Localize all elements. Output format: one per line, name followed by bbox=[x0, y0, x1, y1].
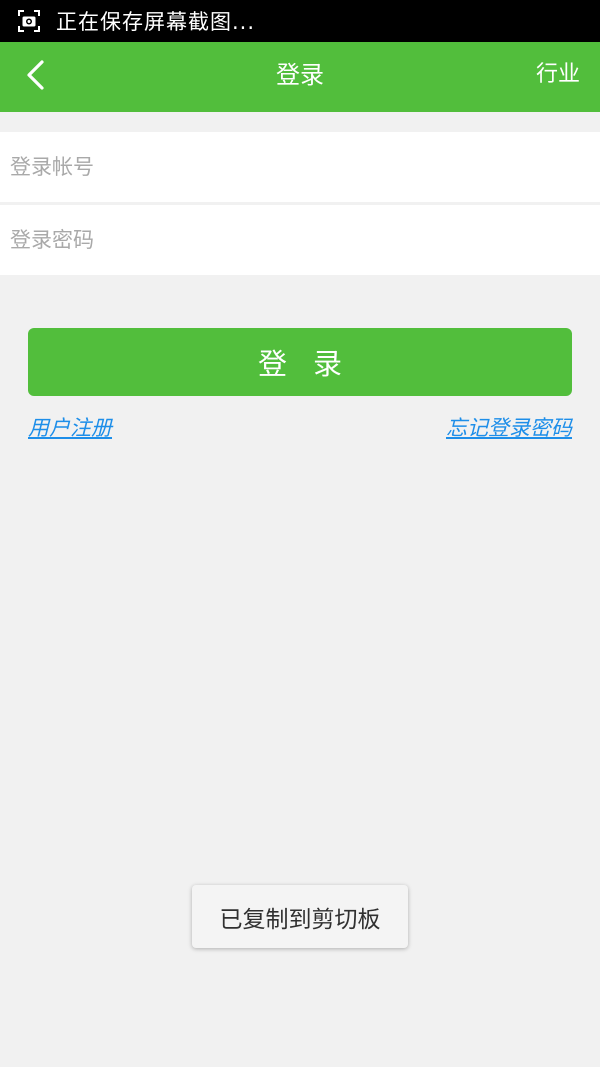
login-button[interactable]: 登录 bbox=[28, 328, 572, 396]
industry-button[interactable]: 行业 bbox=[536, 42, 580, 112]
app-bar: 登录 行业 bbox=[0, 42, 600, 112]
status-message: 正在保存屏幕截图... bbox=[56, 10, 256, 34]
status-bar: 正在保存屏幕截图... bbox=[0, 0, 600, 42]
chevron-left-icon bbox=[24, 59, 48, 95]
toast-message: 已复制到剪切板 bbox=[219, 906, 381, 933]
toast: 已复制到剪切板 bbox=[192, 885, 408, 948]
page-title: 登录 bbox=[276, 61, 324, 89]
back-button[interactable] bbox=[14, 55, 58, 99]
password-input[interactable] bbox=[0, 205, 600, 275]
forgot-password-link[interactable]: 忘记登录密码 bbox=[446, 412, 572, 442]
register-link[interactable]: 用户注册 bbox=[28, 412, 112, 442]
password-field bbox=[0, 205, 600, 275]
account-input[interactable] bbox=[0, 132, 600, 202]
screenshot-icon bbox=[18, 10, 40, 32]
account-field bbox=[0, 132, 600, 202]
